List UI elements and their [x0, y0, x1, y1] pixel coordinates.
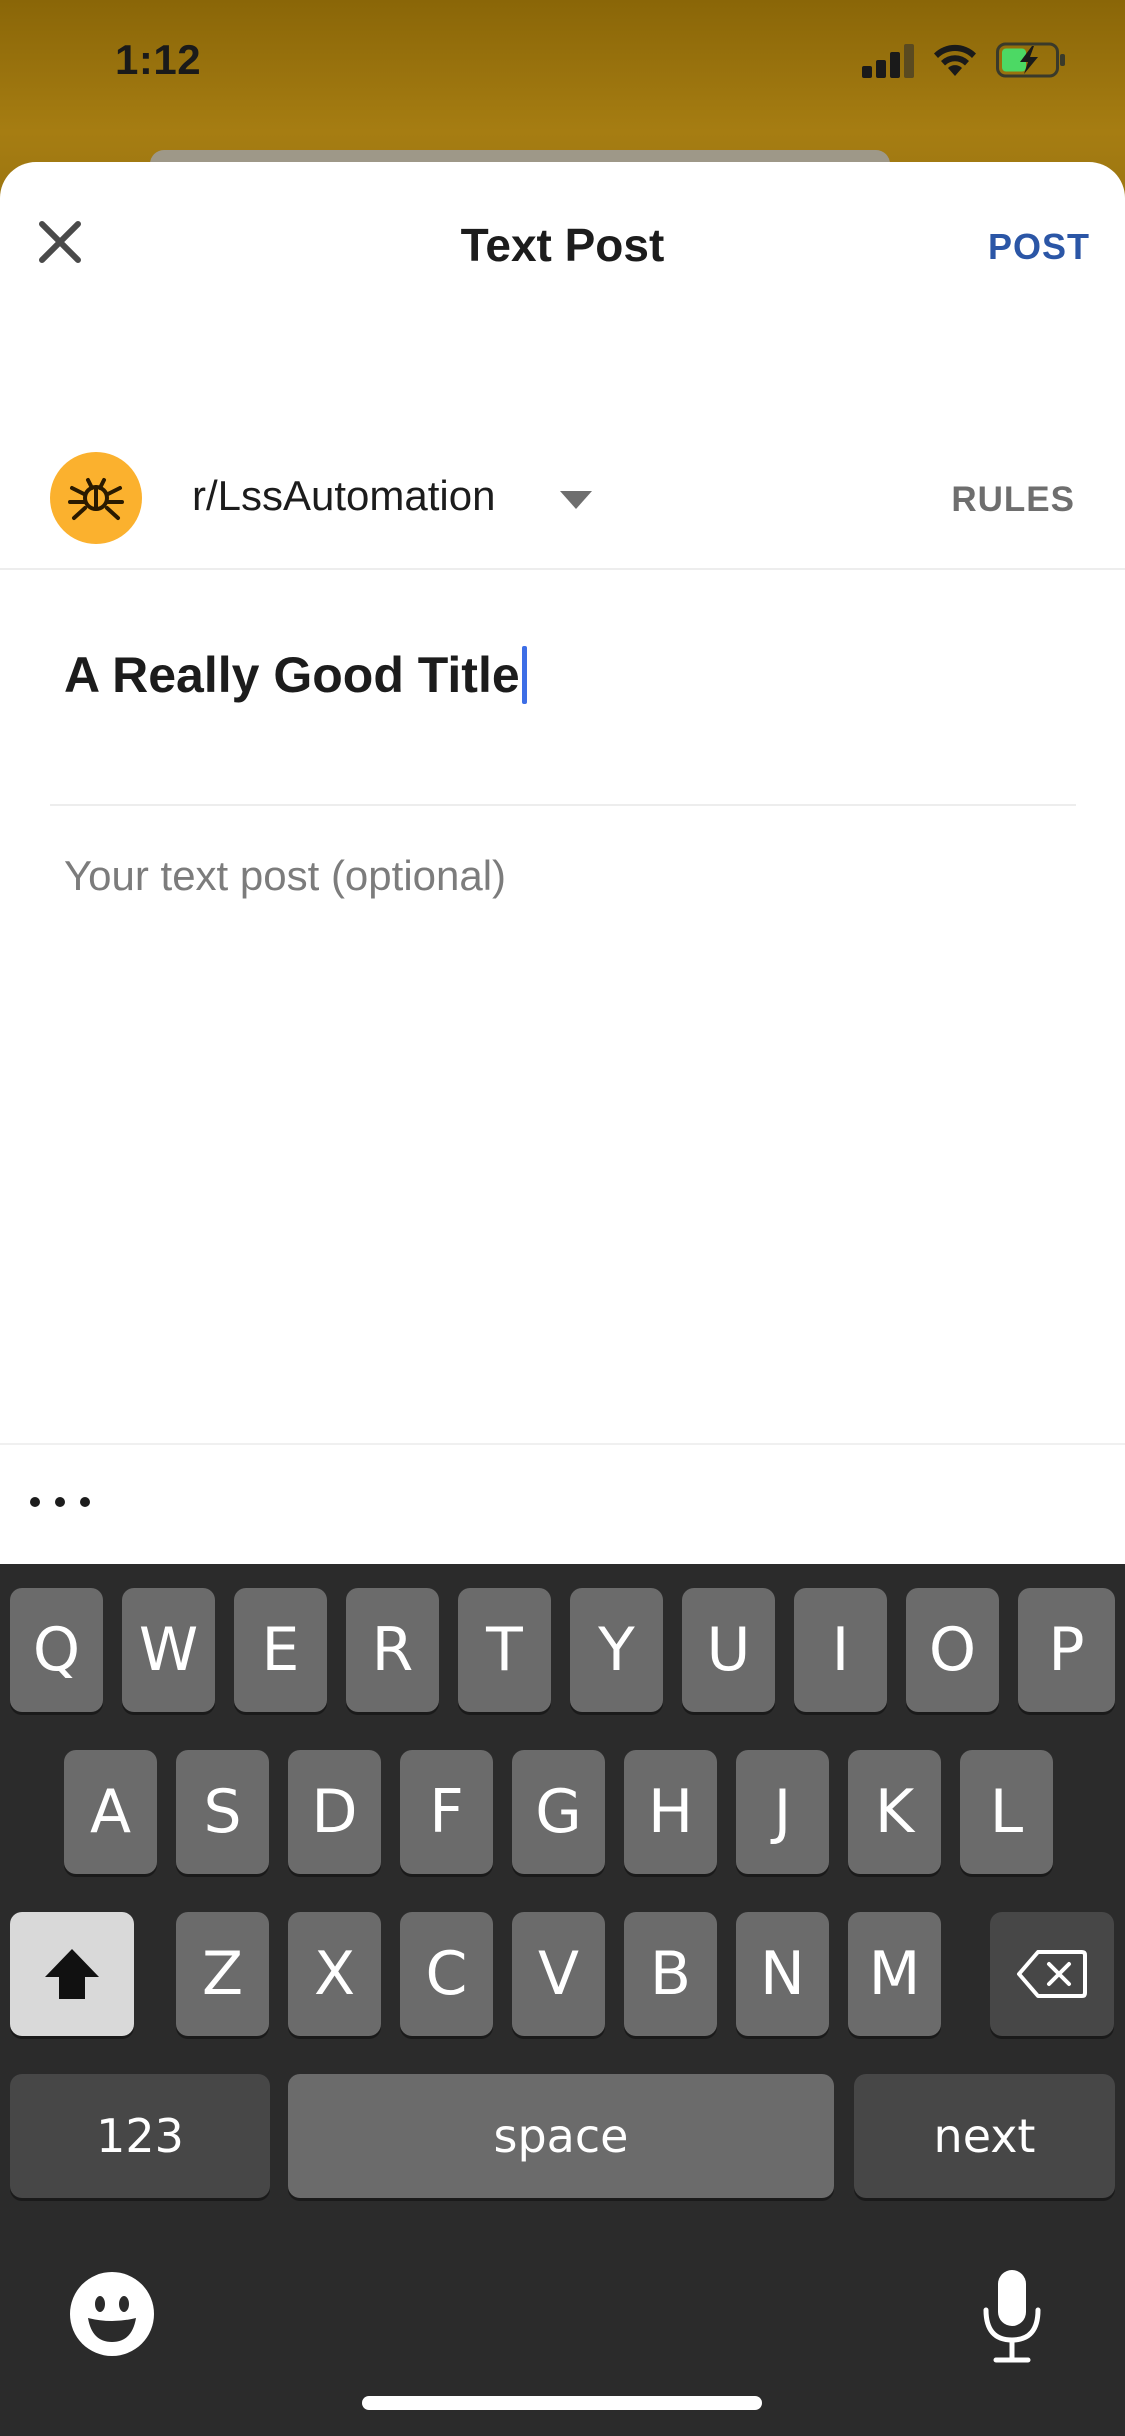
- next-key[interactable]: next: [854, 2074, 1115, 2198]
- cellular-signal-icon: [862, 44, 916, 78]
- post-button[interactable]: POST: [960, 226, 1090, 268]
- key-y[interactable]: Y: [570, 1588, 663, 1712]
- numbers-key-label: 123: [96, 2109, 184, 2163]
- divider: [0, 568, 1125, 570]
- battery-charging-icon: [996, 42, 1066, 78]
- key-a[interactable]: A: [64, 1750, 157, 1874]
- key-d[interactable]: D: [288, 1750, 381, 1874]
- title-input-value: A Really Good Title: [64, 647, 520, 703]
- key-l[interactable]: L: [960, 1750, 1053, 1874]
- body-text-input[interactable]: Your text post (optional): [64, 852, 506, 900]
- community-avatar[interactable]: [50, 452, 142, 544]
- key-r[interactable]: R: [346, 1588, 439, 1712]
- rules-button[interactable]: RULES: [900, 480, 1075, 520]
- key-h[interactable]: H: [624, 1750, 717, 1874]
- wifi-icon: [932, 40, 978, 78]
- emoji-button[interactable]: [70, 2272, 154, 2356]
- key-p[interactable]: P: [1018, 1588, 1115, 1712]
- key-j[interactable]: J: [736, 1750, 829, 1874]
- shift-key[interactable]: [10, 1912, 134, 2036]
- key-u[interactable]: U: [682, 1588, 775, 1712]
- space-key-label: space: [493, 2109, 629, 2163]
- dictation-button[interactable]: [980, 2266, 1044, 2366]
- delete-key[interactable]: [990, 1912, 1114, 2036]
- home-indicator: [362, 2396, 762, 2410]
- key-g[interactable]: G: [512, 1750, 605, 1874]
- shift-icon: [45, 1949, 99, 1999]
- key-v[interactable]: V: [512, 1912, 605, 2036]
- key-s[interactable]: S: [176, 1750, 269, 1874]
- key-m[interactable]: M: [848, 1912, 941, 2036]
- key-q[interactable]: Q: [10, 1588, 103, 1712]
- key-b[interactable]: B: [624, 1912, 717, 2036]
- space-key[interactable]: space: [288, 2074, 834, 2198]
- next-key-label: next: [933, 2109, 1036, 2163]
- key-f[interactable]: F: [400, 1750, 493, 1874]
- key-c[interactable]: C: [400, 1912, 493, 2036]
- chevron-down-icon[interactable]: [558, 488, 594, 512]
- key-w[interactable]: W: [122, 1588, 215, 1712]
- key-o[interactable]: O: [906, 1588, 999, 1712]
- emoji-icon: [72, 2274, 152, 2354]
- divider: [0, 1443, 1125, 1445]
- more-dots-icon: [30, 1497, 40, 1507]
- microphone-icon: [983, 2270, 1041, 2363]
- page-title: Text Post: [460, 219, 665, 271]
- text-cursor: [521, 646, 527, 704]
- key-e[interactable]: E: [234, 1588, 327, 1712]
- divider: [50, 804, 1076, 806]
- key-k[interactable]: K: [848, 1750, 941, 1874]
- key-t[interactable]: T: [458, 1588, 551, 1712]
- key-z[interactable]: Z: [176, 1912, 269, 2036]
- key-n[interactable]: N: [736, 1912, 829, 2036]
- community-selector[interactable]: r/LssAutomation: [192, 472, 495, 520]
- backspace-icon: [1017, 1950, 1087, 1998]
- title-input[interactable]: A Really Good Title: [64, 640, 527, 710]
- more-options-button[interactable]: [30, 1480, 90, 1524]
- status-time: 1:12: [115, 36, 202, 83]
- key-x[interactable]: X: [288, 1912, 381, 2036]
- key-i[interactable]: I: [794, 1588, 887, 1712]
- bug-icon: [68, 478, 124, 520]
- numbers-key[interactable]: 123: [10, 2074, 270, 2198]
